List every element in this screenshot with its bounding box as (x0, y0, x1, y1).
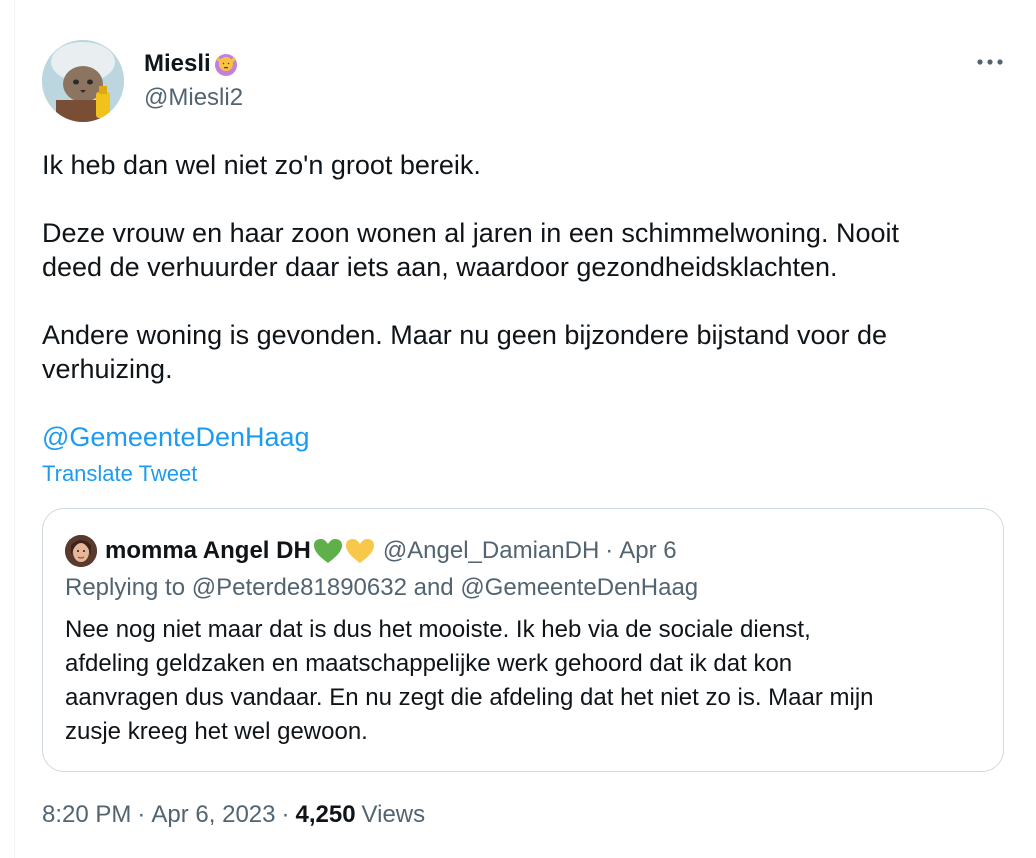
tweet-text-line: Ik heb dan wel niet zo'n groot bereik. (42, 150, 481, 180)
translate-tweet-link[interactable]: Translate Tweet (42, 460, 197, 488)
quoted-author-avatar[interactable] (65, 535, 97, 567)
tweet-paragraph: Andere woning is gevonden. Maar nu geen … (42, 318, 887, 386)
woman-avatar-image (65, 535, 97, 567)
author-handle[interactable]: @Miesli2 (144, 84, 243, 112)
replying-to-text: Replying to @Peterde81890632 and @Gemeen… (65, 574, 699, 601)
cat-avatar-image (42, 40, 124, 122)
tweet-text-line: Deze vrouw en haar zoon wonen al jaren i… (42, 218, 899, 248)
quoted-tweet-date[interactable]: Apr 6 (619, 537, 676, 565)
more-horizontal-icon (977, 59, 1003, 65)
tweet-text-line: verhuizing. (42, 354, 173, 384)
separator-dot: · (281, 801, 290, 828)
views-count: 4,250 (295, 801, 356, 828)
person-gesturing-no-icon (213, 51, 239, 77)
quoted-text-line: Nee nog niet maar dat is dus het mooiste… (65, 616, 811, 643)
mention-link[interactable]: @GemeenteDenHaag (42, 420, 310, 454)
separator-dot: · (605, 537, 614, 564)
quoted-text-line: zusje kreeg het wel gewoon. (65, 718, 368, 745)
tweet-time[interactable]: 8:20 PM (42, 801, 131, 829)
tweet-paragraph: Deze vrouw en haar zoon wonen al jaren i… (42, 216, 899, 284)
quoted-text-line: afdeling geldzaken en maatschappelijke w… (65, 650, 793, 677)
author-name-text: Miesli (144, 50, 211, 77)
quoted-tweet-body: Nee nog niet maar dat is dus het mooiste… (65, 613, 985, 749)
quoted-tweet-card[interactable]: momma Angel DH @Angel_DamianDH · Apr 6 R… (42, 508, 1004, 772)
quoted-text-line: aanvragen dus vandaar. En nu zegt die af… (65, 684, 874, 711)
tweet-page: Miesli @Miesli2 Ik heb dan wel niet zo'n… (0, 0, 1036, 858)
separator-dot: · (137, 801, 146, 828)
tweet-text-line: deed de verhuurder daar iets aan, waardo… (42, 252, 838, 282)
timeline-divider (14, 0, 15, 858)
author-avatar[interactable] (42, 40, 124, 122)
quoted-tweet-header: momma Angel DH @Angel_DamianDH · Apr 6 (105, 535, 677, 567)
more-options-button[interactable] (970, 50, 1010, 74)
author-display-name[interactable]: Miesli (144, 50, 239, 78)
green-heart-icon (313, 539, 342, 563)
tweet-meta: 8:20 PM · Apr 6, 2023 · 4,250 Views (42, 798, 425, 832)
tweet-date[interactable]: Apr 6, 2023 (151, 801, 275, 829)
views-label: Views (361, 801, 426, 828)
quoted-author-name[interactable]: momma Angel DH (105, 537, 311, 565)
yellow-heart-icon (345, 539, 374, 563)
heart-emojis (313, 538, 375, 564)
quoted-author-handle[interactable]: @Angel_DamianDH (383, 537, 599, 565)
tweet-text-line: Andere woning is gevonden. Maar nu geen … (42, 320, 888, 350)
